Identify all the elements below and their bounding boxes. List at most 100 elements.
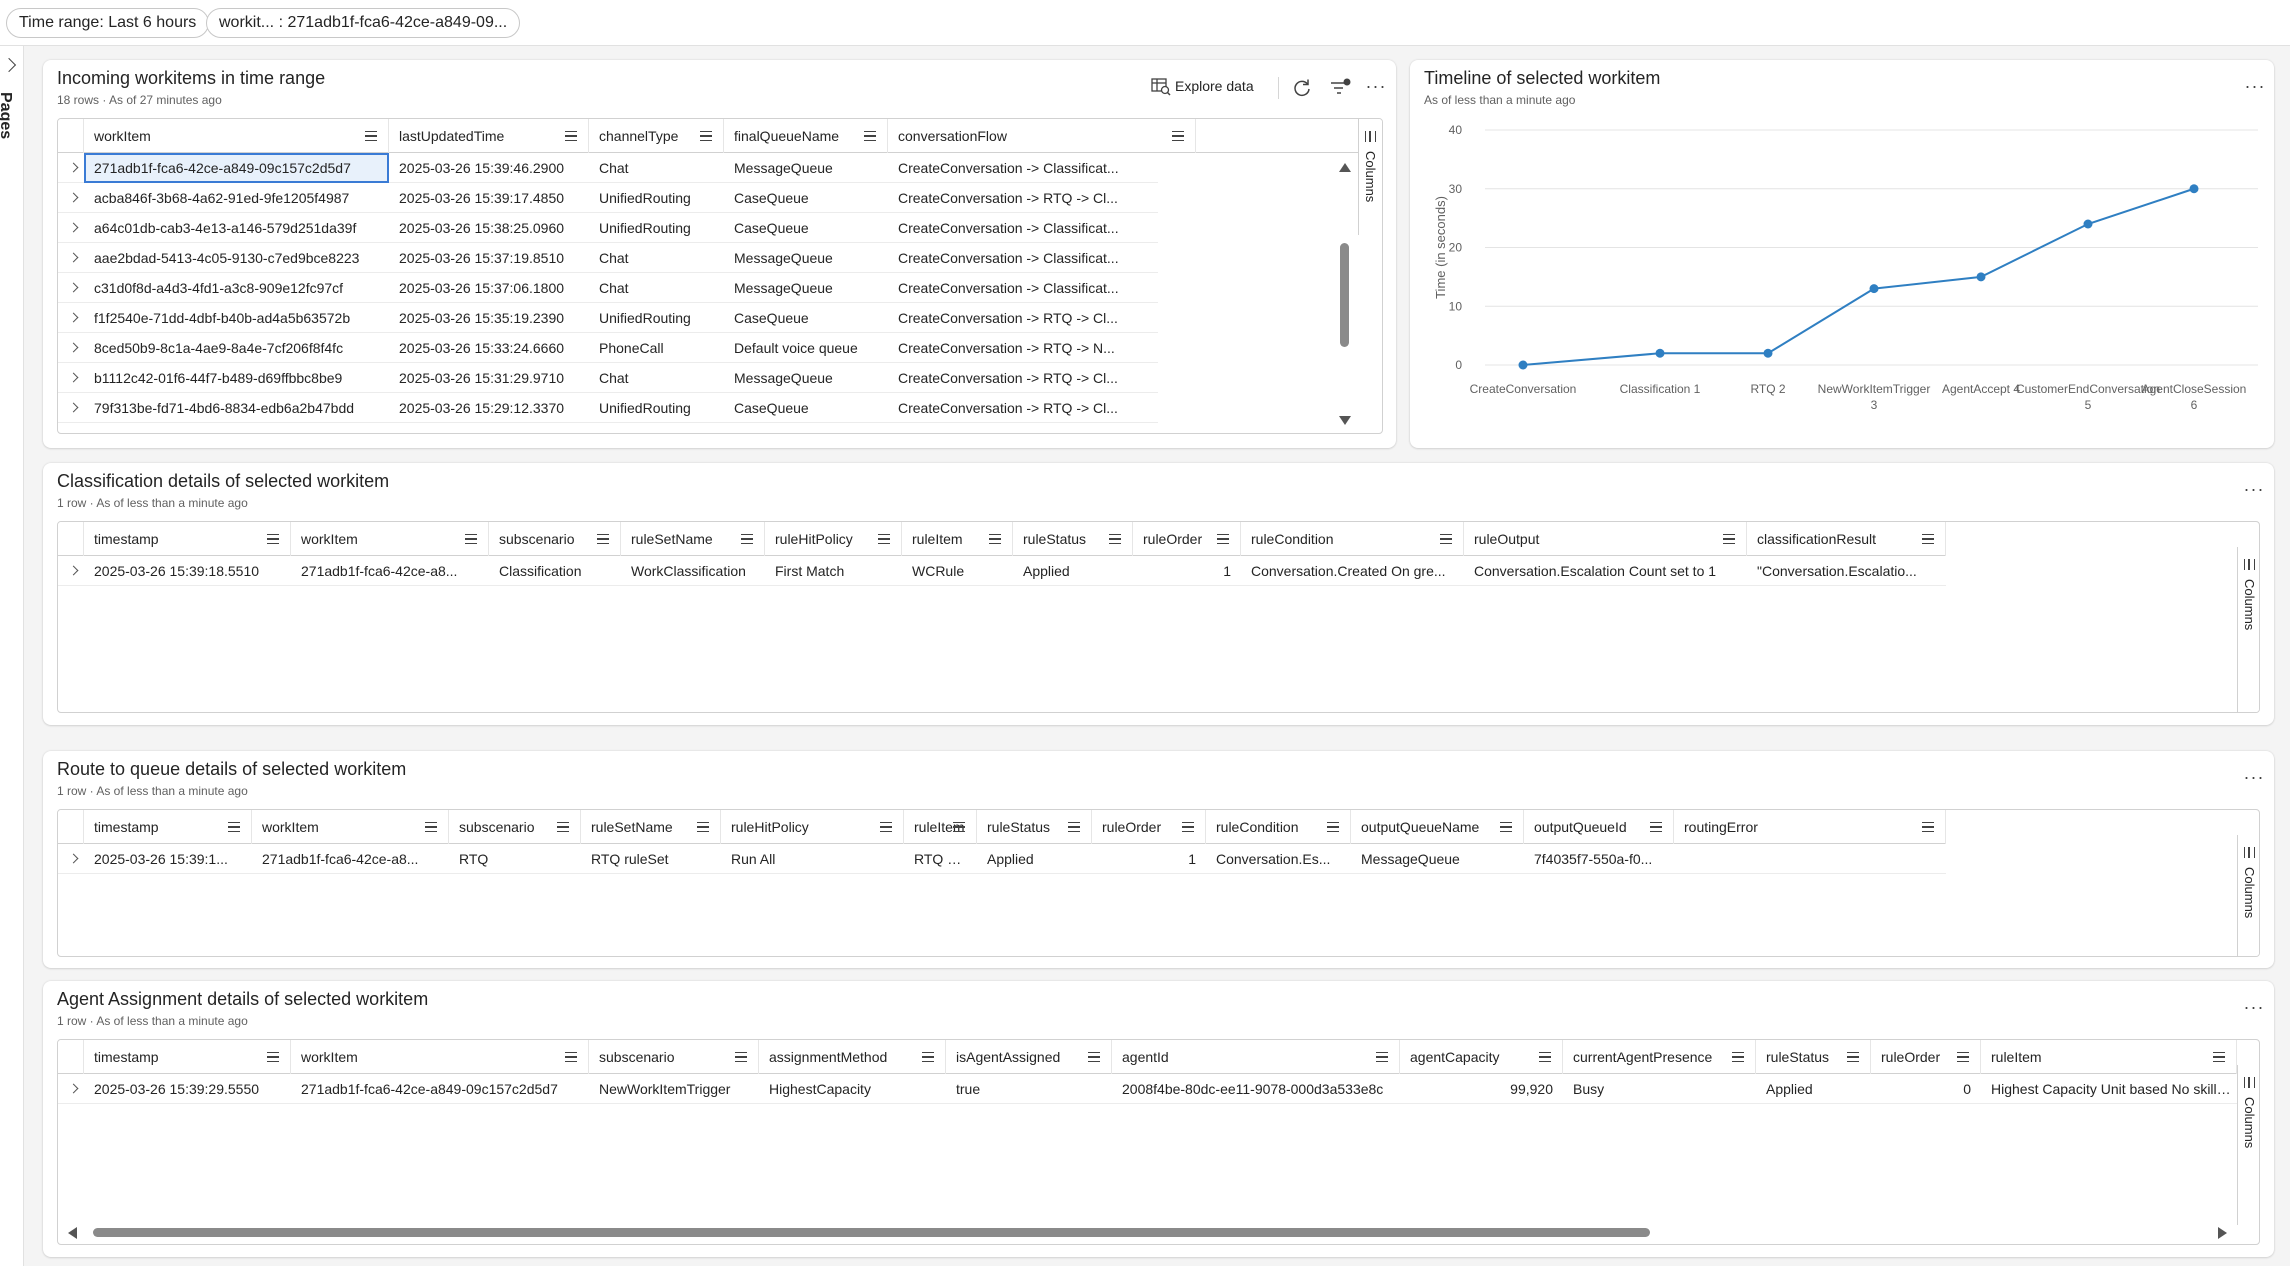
cell-finalQueueName[interactable]: MessageQueue [724, 153, 888, 183]
data-point[interactable] [1976, 272, 1986, 282]
table-row[interactable]: 79f313be-fd71-4bd6-8834-edb6a2b47bdd 2025… [58, 393, 1158, 423]
cell-conversationFlow[interactable]: CreateConversation -> RTQ -> Cl... [888, 183, 1196, 213]
column-header-channelType[interactable]: channelType [589, 119, 724, 153]
cell-timestamp[interactable]: 2025-03-26 15:39:1... [84, 844, 252, 874]
cell-subscenario[interactable]: NewWorkItemTrigger [589, 1074, 759, 1104]
column-header-currentAgentPresence[interactable]: currentAgentPresence [1563, 1040, 1756, 1074]
expand-row-chevron-icon[interactable] [68, 853, 79, 864]
column-menu-icon[interactable] [880, 822, 892, 832]
rtq-columns-panel-toggle[interactable]: Columns [2237, 835, 2259, 956]
scroll-down-icon[interactable] [1339, 416, 1351, 425]
table-row[interactable]: 2025-03-26 15:39:18.5510 271adb1f-fca6-42… [58, 556, 1946, 586]
column-menu-icon[interactable] [1068, 822, 1080, 832]
cell-workItem[interactable]: 79f313be-fd71-4bd6-8834-edb6a2b47bdd [84, 393, 389, 423]
column-menu-icon[interactable] [1182, 822, 1194, 832]
expand-row-chevron-icon[interactable] [68, 252, 79, 263]
column-header-timestamp[interactable]: timestamp [84, 810, 252, 844]
expand-row-chevron-icon[interactable] [68, 162, 79, 173]
column-menu-icon[interactable] [1440, 534, 1452, 544]
workitem-filter[interactable]: workit... : 271adb1f-fca6-42ce-a849-09..… [206, 8, 521, 38]
column-header-ruleItem[interactable]: ruleItem [1981, 1040, 2237, 1074]
data-point[interactable] [1869, 284, 1879, 294]
expand-row-chevron-icon[interactable] [68, 222, 79, 233]
table-row[interactable]: acba846f-3b68-4a62-91ed-9fe1205f4987 2025… [58, 183, 1158, 213]
column-menu-icon[interactable] [1539, 1052, 1551, 1062]
expand-row-chevron-icon[interactable] [68, 312, 79, 323]
column-menu-icon[interactable] [1217, 534, 1229, 544]
cell-finalQueueName[interactable]: CaseQueue [724, 393, 888, 423]
column-header-conversationFlow[interactable]: conversationFlow [888, 119, 1196, 153]
column-menu-icon[interactable] [1732, 1052, 1744, 1062]
cell-lastUpdatedTime[interactable]: 2025-03-26 15:29:12.3370 [389, 393, 589, 423]
cell-isAgentAssigned[interactable]: true [946, 1074, 1112, 1104]
column-header-timestamp[interactable]: timestamp [84, 522, 291, 556]
cell-conversationFlow[interactable]: CreateConversation -> Classificat... [888, 243, 1196, 273]
column-header-agentId[interactable]: agentId [1112, 1040, 1400, 1074]
cell-outputQueueId[interactable]: 7f4035f7-550a-f0... [1524, 844, 1674, 874]
expand-row-chevron-icon[interactable] [68, 372, 79, 383]
cell-lastUpdatedTime[interactable]: 2025-03-26 15:37:19.8510 [389, 243, 589, 273]
cell-routingError[interactable] [1674, 844, 1946, 874]
column-menu-icon[interactable] [922, 1052, 934, 1062]
expand-row-chevron-icon[interactable] [68, 282, 79, 293]
column-header-ruleStatus[interactable]: ruleStatus [1013, 522, 1133, 556]
more-options-icon[interactable]: ··· [1365, 77, 1387, 96]
time-range-filter[interactable]: Time range: Last 6 hours [6, 8, 210, 38]
classification-columns-panel-toggle[interactable]: Columns [2237, 547, 2259, 712]
table-row[interactable]: 271adb1f-fca6-42ce-a849-09c157c2d5d7 2025… [58, 153, 1158, 183]
column-header-subscenario[interactable]: subscenario [449, 810, 581, 844]
column-header-ruleSetName[interactable]: ruleSetName [581, 810, 721, 844]
column-header-ruleHitPolicy[interactable]: ruleHitPolicy [765, 522, 902, 556]
cell-channelType[interactable]: Chat [589, 153, 724, 183]
column-header-finalQueueName[interactable]: finalQueueName [724, 119, 888, 153]
cell-ruleOrder[interactable]: 1 [1092, 844, 1206, 874]
column-header-ruleOutput[interactable]: ruleOutput [1464, 522, 1747, 556]
column-menu-icon[interactable] [1376, 1052, 1388, 1062]
cell-ruleItem[interactable]: WCRule [902, 556, 1013, 586]
cell-workItem[interactable]: aae2bdad-5413-4c05-9130-c7ed9bce8223 [84, 243, 389, 273]
cell-ruleStatus[interactable]: Applied [1013, 556, 1133, 586]
column-header-ruleOrder[interactable]: ruleOrder [1871, 1040, 1981, 1074]
column-header-ruleSetName[interactable]: ruleSetName [621, 522, 765, 556]
cell-ruleOutput[interactable]: Conversation.Escalation Count set to 1 [1464, 556, 1747, 586]
column-menu-icon[interactable] [697, 822, 709, 832]
cell-channelType[interactable]: Chat [589, 243, 724, 273]
data-point[interactable] [2189, 184, 2199, 194]
cell-workItem[interactable]: 271adb1f-fca6-42ce-a8... [252, 844, 449, 874]
table-row[interactable]: 8ced50b9-8c1a-4ae9-8a4e-7cf206f8f4fc 2025… [58, 333, 1158, 363]
incoming-vertical-scrollbar[interactable] [1335, 153, 1353, 433]
column-header-ruleHitPolicy[interactable]: ruleHitPolicy [721, 810, 904, 844]
column-menu-icon[interactable] [1922, 534, 1934, 544]
cell-channelType[interactable]: UnifiedRouting [589, 183, 724, 213]
column-header-workItem[interactable]: workItem [84, 119, 389, 153]
cell-conversationFlow[interactable]: CreateConversation -> Classificat... [888, 213, 1196, 243]
cell-ruleStatus[interactable]: Applied [1756, 1074, 1871, 1104]
cell-ruleSetName[interactable]: RTQ ruleSet [581, 844, 721, 874]
cell-finalQueueName[interactable]: MessageQueue [724, 273, 888, 303]
cell-lastUpdatedTime[interactable]: 2025-03-26 15:39:46.2900 [389, 153, 589, 183]
pages-label[interactable]: Pages [0, 92, 14, 139]
column-menu-icon[interactable] [1088, 1052, 1100, 1062]
column-menu-icon[interactable] [267, 1052, 279, 1062]
column-header-ruleItem[interactable]: ruleItem [904, 810, 977, 844]
column-header-assignmentMethod[interactable]: assignmentMethod [759, 1040, 946, 1074]
more-options-icon[interactable]: ··· [2243, 768, 2265, 787]
cell-channelType[interactable]: UnifiedRouting [589, 213, 724, 243]
column-menu-icon[interactable] [1109, 534, 1121, 544]
column-header-workItem[interactable]: workItem [252, 810, 449, 844]
cell-ruleItem[interactable]: Highest Capacity Unit based No skill m..… [1981, 1074, 2237, 1104]
column-menu-icon[interactable] [557, 822, 569, 832]
column-header-lastUpdatedTime[interactable]: lastUpdatedTime [389, 119, 589, 153]
cell-lastUpdatedTime[interactable]: 2025-03-26 15:31:29.9710 [389, 363, 589, 393]
column-header-ruleStatus[interactable]: ruleStatus [977, 810, 1092, 844]
cell-conversationFlow[interactable]: CreateConversation -> RTQ -> Cl... [888, 303, 1196, 333]
expand-chevron-icon[interactable] [1, 57, 17, 73]
cell-ruleOrder[interactable]: 0 [1871, 1074, 1981, 1104]
cell-channelType[interactable]: UnifiedRouting [589, 393, 724, 423]
column-header-ruleItem[interactable]: ruleItem [902, 522, 1013, 556]
column-header-ruleOrder[interactable]: ruleOrder [1133, 522, 1241, 556]
cell-timestamp[interactable]: 2025-03-26 15:39:29.5550 [84, 1074, 291, 1104]
scroll-thumb[interactable] [93, 1228, 1650, 1237]
cell-workItem[interactable]: b1112c42-01f6-44f7-b489-d69ffbbc8be9 [84, 363, 389, 393]
more-options-icon[interactable]: ··· [2244, 77, 2266, 96]
